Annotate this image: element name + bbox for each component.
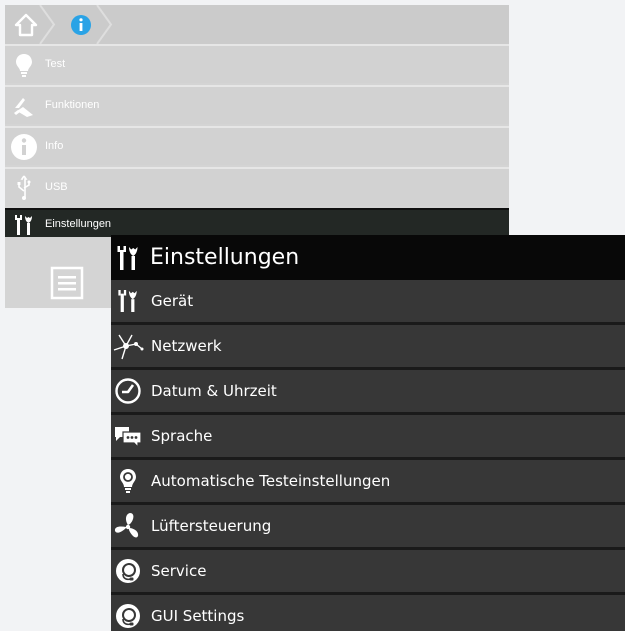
menu-item-label: Einstellungen — [45, 218, 112, 230]
settings-item-label: Gerät — [151, 292, 194, 310]
settings-title-bar: Einstellungen — [111, 235, 625, 280]
menu-item-einstellungen[interactable]: Einstellungen — [5, 208, 509, 238]
breadcrumb-info[interactable] — [63, 8, 99, 41]
tools-icon — [111, 284, 145, 318]
settings-item-sprache[interactable]: Sprache — [111, 415, 625, 460]
fan-icon — [111, 509, 145, 543]
settings-item-netzwerk[interactable]: Netzwerk — [111, 325, 625, 370]
settings-item-label: Sprache — [151, 427, 213, 445]
headset-icon — [111, 599, 145, 631]
settings-item-label: GUI Settings — [151, 607, 245, 625]
settings-item-automatische-testeinstellungen[interactable]: Automatische Testeinstellungen — [111, 460, 625, 505]
breadcrumb — [5, 5, 509, 44]
settings-item-luftersteuerung[interactable]: Lüftersteuerung — [111, 505, 625, 550]
menu-item-funktionen[interactable]: Funktionen — [5, 85, 509, 124]
settings-item-datum-uhrzeit[interactable]: Datum & Uhrzeit — [111, 370, 625, 415]
lightbulb-icon — [9, 46, 39, 83]
home-icon — [14, 13, 38, 36]
chat-bubbles-icon — [111, 419, 145, 453]
headset-icon — [111, 554, 145, 588]
settings-title: Einstellungen — [150, 245, 300, 270]
info-icon — [71, 14, 91, 35]
settings-item-service[interactable]: Service — [111, 550, 625, 595]
clock-icon — [111, 374, 145, 408]
tools-icon — [9, 210, 39, 240]
menu-item-label: Funktionen — [45, 99, 100, 111]
menu-item-test[interactable]: Test — [5, 44, 509, 83]
settings-item-label: Lüftersteuerung — [151, 517, 272, 535]
settings-item-label: Service — [151, 562, 207, 580]
menu-item-label: Info — [45, 140, 64, 152]
menu-item-info[interactable]: Info — [5, 126, 509, 165]
network-icon — [111, 329, 145, 363]
usb-icon — [9, 169, 39, 206]
functions-icon — [9, 87, 39, 124]
settings-item-label: Automatische Testeinstellungen — [151, 472, 391, 490]
menu-list-icon[interactable] — [50, 266, 84, 300]
lightbulb-icon — [111, 464, 145, 498]
info-icon — [9, 128, 39, 165]
settings-item-label: Datum & Uhrzeit — [151, 382, 277, 400]
settings-item-gui-settings[interactable]: GUI Settings — [111, 595, 625, 631]
settings-item-geraet[interactable]: Gerät — [111, 280, 625, 325]
settings-window: Einstellungen Gerät Netzwerk Datum & Uhr… — [111, 235, 625, 631]
breadcrumb-separator — [39, 5, 56, 44]
breadcrumb-separator — [96, 5, 113, 44]
settings-item-label: Netzwerk — [151, 337, 222, 355]
tools-icon — [117, 246, 138, 270]
menu-item-label: USB — [45, 181, 68, 193]
menu-item-label: Test — [45, 58, 66, 70]
menu-item-usb[interactable]: USB — [5, 167, 509, 206]
